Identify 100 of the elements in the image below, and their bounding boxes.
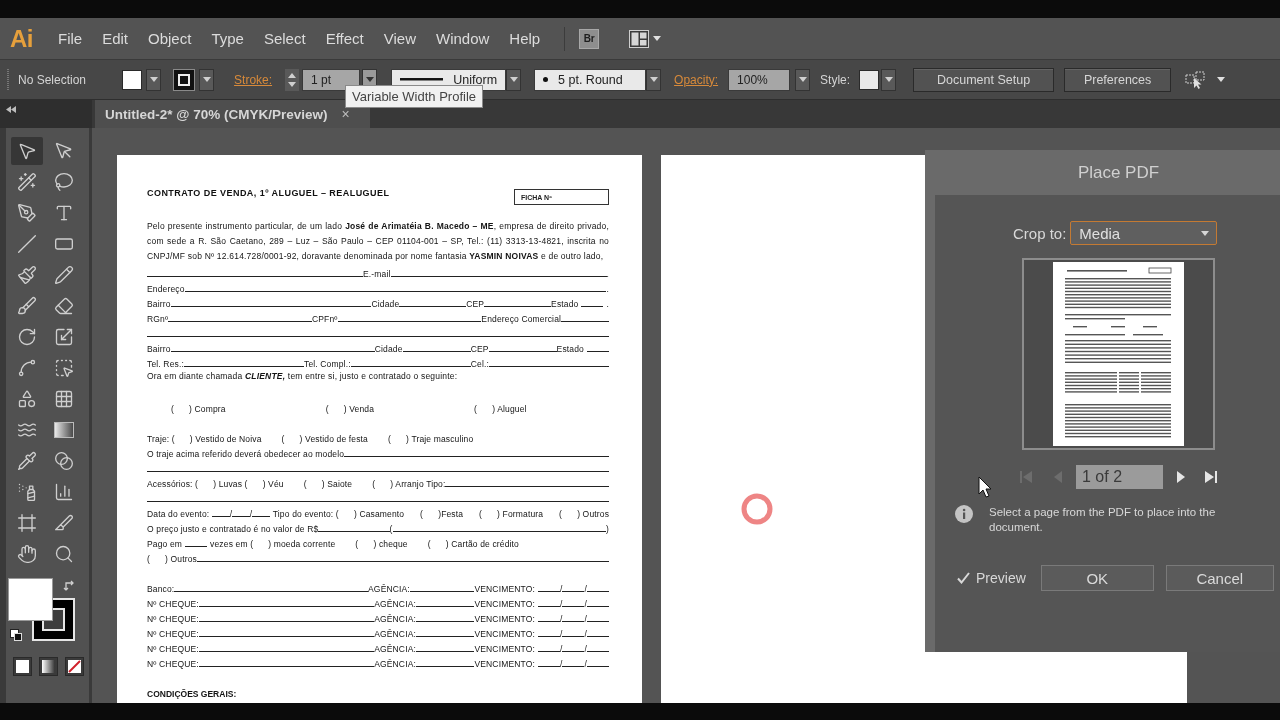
opacity-link[interactable]: Opacity: [674, 72, 719, 87]
form-text: / [559, 584, 563, 594]
form-text: ( [389, 524, 393, 534]
stroke-weight-field[interactable]: 1 pt [302, 68, 361, 91]
opacity-field[interactable]: 100% [728, 68, 791, 91]
gradient-mode-button[interactable] [39, 657, 58, 676]
brush-dropdown[interactable]: 5 pt. Round [534, 68, 647, 91]
eraser-icon [54, 296, 74, 316]
dropdown-button[interactable] [795, 68, 811, 91]
fill-stroke-button[interactable] [8, 578, 78, 642]
document-tab[interactable]: Untitled-2* @ 70% (CMYK/Preview) × [95, 100, 370, 128]
form-text: Tel. Compl.: [304, 359, 351, 369]
form-text: . [606, 284, 609, 294]
form-text: RGnº [147, 314, 169, 324]
workspace-button[interactable] [629, 29, 662, 48]
caret-icon [1217, 77, 1226, 82]
form-text: Estado [556, 344, 584, 354]
layout-icon [629, 29, 650, 48]
brush-icon [17, 296, 37, 316]
form-text: AGÊNCIA: [374, 629, 416, 639]
info-text: Select a page from the PDF to place into the document. [989, 505, 1217, 535]
form-text: / [559, 599, 563, 609]
arrow-cursor-icon [54, 141, 74, 161]
section-heading: CONDIÇÕES GERAIS: [147, 688, 238, 699]
form-text: Endereço [147, 284, 185, 294]
menu-item[interactable]: File [58, 30, 83, 47]
color-mode-button[interactable] [13, 657, 32, 676]
form-text: VENCIMENTO: [474, 659, 535, 669]
form-text: AGÊNCIA: [374, 659, 416, 669]
form-text: Nº CHEQUE: [147, 614, 199, 624]
style-label: Style: [820, 72, 851, 87]
form-text: AGÊNCIA: [374, 599, 416, 609]
skip-forward-icon[interactable] [1203, 469, 1219, 485]
close-button[interactable]: × [341, 106, 350, 122]
stepper-arrows-icon[interactable] [285, 68, 300, 91]
caret-icon [798, 77, 807, 82]
toolbar-button[interactable]: Document Setup [913, 67, 1055, 92]
menu-item[interactable]: Select [263, 30, 306, 47]
dropdown-button[interactable] [506, 68, 522, 91]
gradient-square-icon [42, 660, 55, 673]
dropdown-button[interactable] [646, 68, 662, 91]
contract-title: CONTRATO DE VENDA, 1º ALUGUEL – REALUGUEL [147, 188, 390, 198]
tool-button[interactable] [11, 137, 43, 165]
page-number-field[interactable]: 1 of 2 [1076, 465, 1163, 489]
checkmark-icon [957, 572, 970, 584]
menu-item[interactable]: Window [435, 30, 490, 47]
toolbar-button[interactable]: Preferences [1064, 67, 1172, 92]
form-text: Traje: ( ) Vestido de Noiva [147, 434, 262, 444]
form-text: AGÊNCIA: [374, 644, 416, 654]
dialog-button[interactable]: OK [1040, 565, 1154, 591]
app-logo: Ai [10, 24, 33, 53]
form-text: / [584, 599, 587, 609]
menu-item[interactable]: Edit [102, 30, 129, 47]
selection-label: No Selection [18, 72, 87, 87]
form-text: / [559, 629, 563, 639]
none-mode-button[interactable] [65, 657, 84, 676]
menu-item[interactable]: Help [509, 30, 541, 47]
pen-nib-icon [17, 203, 37, 223]
fill-swatch[interactable] [122, 69, 143, 90]
dropdown-button[interactable] [199, 68, 215, 91]
overlapping-circles-icon [54, 451, 74, 471]
form-text: VENCIMENTO: [474, 644, 535, 654]
dot-icon [543, 77, 549, 82]
menu-item[interactable]: Type [211, 30, 244, 47]
dropdown-button[interactable] [881, 68, 897, 91]
gradient-rectangle-icon [54, 422, 74, 438]
double-chevron-icon[interactable] [6, 106, 16, 113]
form-text: / [559, 644, 563, 654]
form-text: Tipo do evento: ( ) Casamento [272, 509, 405, 519]
eyedropper-icon [17, 451, 37, 471]
menu-caret-button[interactable] [1217, 77, 1226, 82]
form-text: Estado [551, 299, 579, 309]
stroke-link[interactable]: Stroke: [234, 72, 273, 87]
form-text: Tel. Res.: [147, 359, 184, 369]
square-arrow-icon [54, 327, 74, 347]
app-switch-button[interactable]: Br [579, 28, 600, 49]
tab-title[interactable]: Untitled-2* @ 70% (CMYK/Preview) [105, 106, 328, 122]
form-text: VENCIMENTO: [474, 599, 535, 609]
form-text: Endereço Comercial [481, 314, 562, 324]
form-text: ( )Festa [420, 509, 464, 519]
solid-square-icon [16, 660, 29, 673]
menu-item[interactable]: Effect [325, 30, 364, 47]
menu-item[interactable]: Object [148, 30, 192, 47]
form-text: . [606, 299, 609, 309]
form-text: / [584, 629, 587, 639]
form-text: / [249, 509, 253, 519]
menu-item[interactable]: View [383, 30, 416, 47]
crop-dropdown[interactable]: Media [1070, 221, 1218, 245]
click-ring-icon [741, 493, 773, 525]
spray-can-icon [17, 482, 37, 502]
form-text: ( ) Vestido de festa [281, 434, 368, 444]
cursor-icon [978, 476, 992, 498]
style-swatch[interactable] [859, 69, 880, 90]
dropdown-button[interactable] [146, 68, 162, 91]
arrange-button[interactable] [1185, 70, 1208, 89]
form-text: Pago em [147, 539, 183, 549]
dialog-button[interactable]: Cancel [1165, 565, 1274, 591]
preview-checkbox[interactable]: Preview [957, 570, 1026, 586]
grid-icon [54, 389, 74, 409]
stroke-swatch[interactable] [173, 68, 196, 91]
